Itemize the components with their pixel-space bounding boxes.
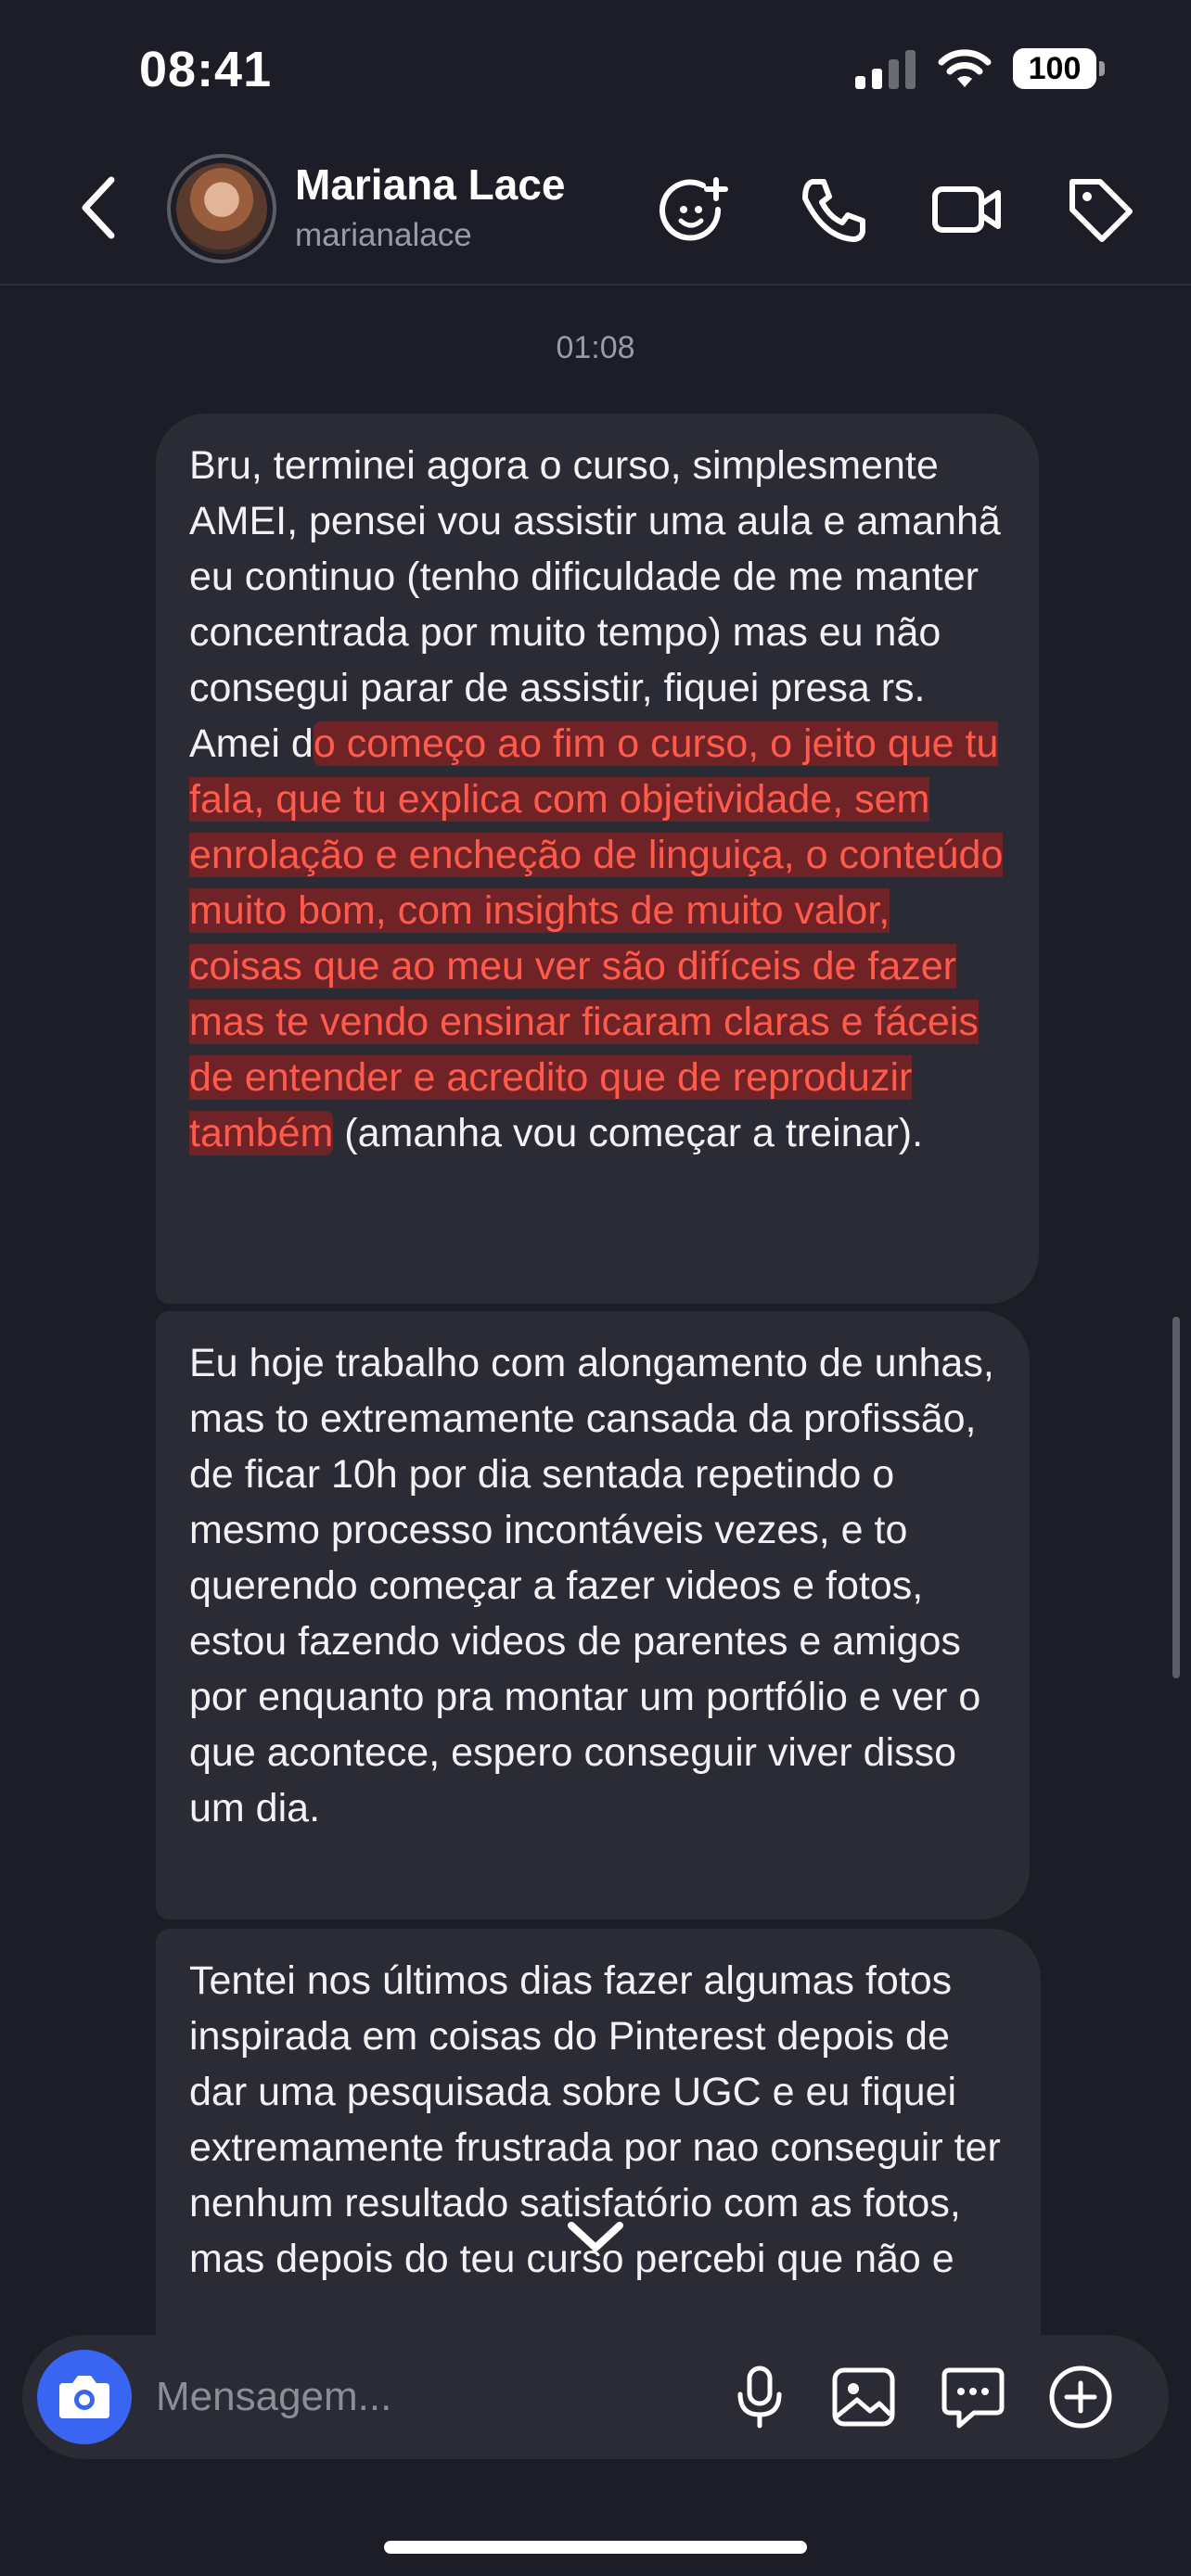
message-text: Eu hoje trabalho com alongamento de unha… [189, 1341, 994, 1830]
phone-icon[interactable] [796, 172, 870, 247]
contact-username[interactable]: marianalace [295, 217, 472, 254]
camera-button[interactable] [37, 2350, 132, 2444]
camera-icon [59, 2376, 109, 2418]
message-timestamp: 01:08 [556, 330, 635, 365]
message-input[interactable] [156, 2363, 675, 2431]
chevron-down-icon[interactable] [555, 2196, 636, 2277]
battery-level: 100 [1013, 48, 1096, 89]
contact-name[interactable]: Mariana Lace [295, 159, 565, 210]
message-text-plain: (amanha vou começar a treinar). [333, 1111, 924, 1155]
image-icon[interactable] [829, 2363, 898, 2431]
cellular-signal-icon [855, 50, 916, 89]
message-text: Bru, terminei agora o curso, simplesment… [189, 438, 1005, 1161]
message-text-plain: Bru, terminei agora o curso, simplesment… [189, 443, 1001, 766]
message-text-highlighted: o começo ao fim o curso, o jeito que tu … [189, 721, 1004, 1155]
message-bubble[interactable]: Tentei nos últimos dias fazer algumas fo… [156, 1929, 1041, 2355]
plus-circle-icon[interactable] [1046, 2363, 1115, 2431]
message-bubble[interactable]: Eu hoje trabalho com alongamento de unha… [156, 1311, 1030, 1919]
scrollbar[interactable] [1172, 1317, 1180, 1678]
status-bar: 08:41 100 [0, 0, 1191, 139]
status-time: 08:41 [139, 42, 273, 97]
message-bubble[interactable]: Bru, terminei agora o curso, simplesment… [156, 414, 1039, 1304]
tag-icon[interactable] [1063, 172, 1137, 247]
chat-screen: 08:41 100 Mariana Lace marianalace 01:08… [0, 0, 1191, 2576]
chat-bubble-icon[interactable] [939, 2363, 1007, 2431]
video-camera-icon[interactable] [929, 172, 1004, 247]
microphone-icon[interactable] [725, 2363, 794, 2431]
wifi-icon [938, 49, 992, 87]
chat-header: Mariana Lace marianalace [0, 139, 1191, 286]
battery-icon: 100 [1013, 48, 1106, 89]
avatar[interactable] [167, 154, 276, 263]
sticker-add-icon[interactable] [657, 172, 731, 247]
message-composer [22, 2335, 1169, 2459]
chevron-left-icon[interactable] [74, 174, 122, 241]
home-indicator[interactable] [384, 2541, 807, 2554]
